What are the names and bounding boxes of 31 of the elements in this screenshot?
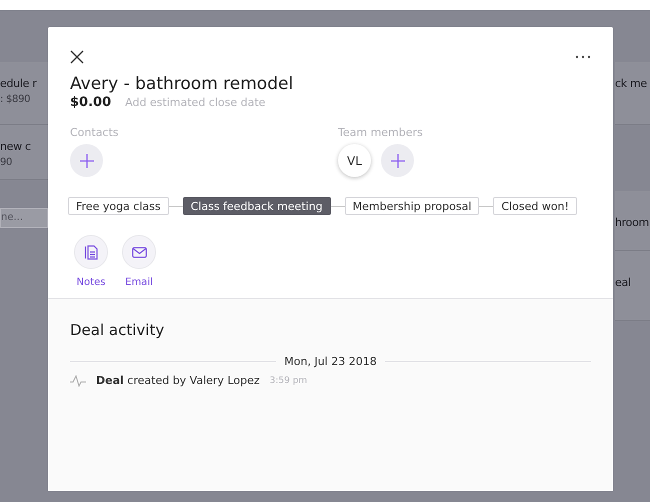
- plus-icon: [78, 152, 94, 168]
- activity-date: Mon, Jul 23 2018: [284, 355, 377, 368]
- deal-amount: $0.00: [70, 95, 112, 110]
- pipeline-stage[interactable]: Membership proposal: [344, 197, 480, 215]
- activity-entry: Deal created by Valery Lopez: [96, 374, 260, 387]
- more-icon: [575, 55, 591, 59]
- close-icon: [70, 50, 84, 64]
- document-icon: [84, 244, 98, 260]
- pipeline-stage[interactable]: Class feedback meeting: [182, 197, 331, 215]
- activity-time: 3:59 pm: [270, 376, 308, 386]
- more-button[interactable]: [575, 55, 591, 59]
- close-button[interactable]: [70, 50, 84, 64]
- pipeline-stage[interactable]: Closed won!: [493, 197, 577, 215]
- activity-title: Deal activity: [70, 321, 166, 339]
- envelope-icon: [132, 246, 146, 258]
- card-title: edule r: [0, 76, 36, 92]
- card-amount: : $890: [0, 93, 30, 107]
- card-title: ck me: [615, 76, 647, 92]
- team-label: Team members: [338, 126, 424, 139]
- add-member-button[interactable]: [381, 144, 414, 177]
- card-amount: 90: [0, 156, 12, 170]
- plus-icon: [390, 152, 406, 168]
- deal-title: Avery - bathroom remodel: [70, 74, 294, 94]
- pipeline-stage[interactable]: Free yoga class: [68, 197, 169, 215]
- pulse-icon: [70, 374, 86, 386]
- card-title: eal: [615, 275, 631, 291]
- card-title: hroom: [615, 215, 649, 231]
- add-contact-button[interactable]: [70, 144, 103, 177]
- contacts-label: Contacts: [70, 126, 120, 139]
- card-title: new c: [0, 139, 31, 155]
- member-avatar[interactable]: VL: [338, 144, 371, 177]
